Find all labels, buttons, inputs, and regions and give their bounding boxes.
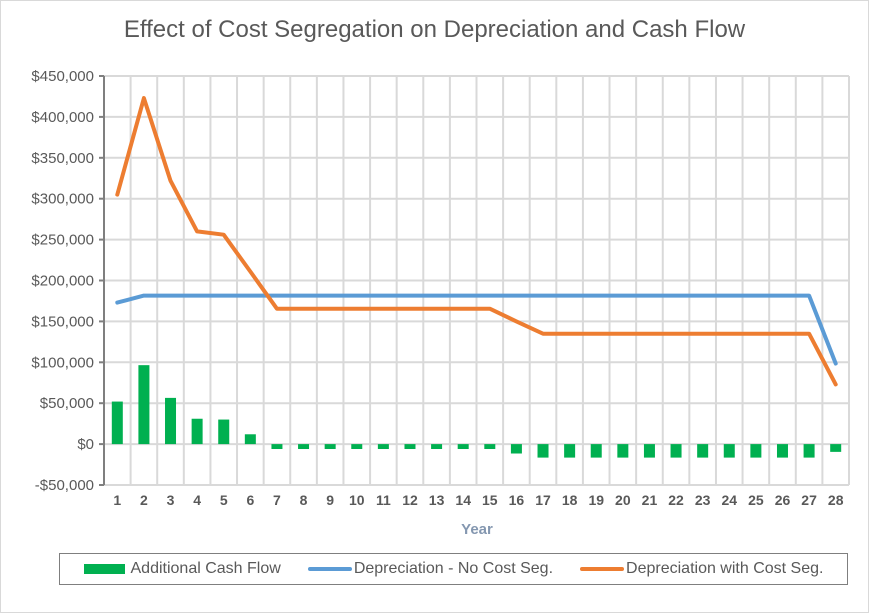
x-tick-label: 8 <box>300 492 308 508</box>
x-tick-label: 22 <box>668 492 684 508</box>
bar <box>191 418 203 445</box>
x-tick-label: 25 <box>748 492 764 508</box>
bar <box>377 444 389 450</box>
axes <box>99 75 105 486</box>
legend-item-additional-cash-flow: Additional Cash Flow <box>83 560 281 578</box>
y-tick-label: $250,000 <box>31 232 94 249</box>
bar <box>643 444 655 458</box>
x-axis-title: Year <box>461 521 493 538</box>
y-tick-label: $450,000 <box>31 68 94 85</box>
bar <box>750 444 762 458</box>
x-tick-label: 26 <box>775 492 791 508</box>
chart-plot: -$50,000 $0 $50,000 $100,000 $150,000 $200,00… <box>31 68 850 538</box>
legend-label: Depreciation with Cost Seg. <box>626 560 824 577</box>
x-tick-label: 12 <box>402 492 418 508</box>
y-tick-label: $350,000 <box>31 150 94 167</box>
bar <box>723 444 735 458</box>
x-tick-label: 5 <box>220 492 228 508</box>
y-tick-label: $0 <box>77 436 94 453</box>
x-tick-label: 16 <box>509 492 525 508</box>
x-axis-ticks: 1 2 3 4 5 6 7 8 9 10 11 12 13 14 15 16 17 18 19 20 21 22 23 24 2… <box>113 492 843 508</box>
bar <box>484 444 496 450</box>
x-tick-label: 17 <box>535 492 551 508</box>
bar <box>271 444 283 450</box>
x-tick-label: 20 <box>615 492 631 508</box>
gridlines <box>104 75 850 486</box>
x-tick-label: 28 <box>828 492 844 508</box>
bar <box>165 397 177 445</box>
bar <box>351 444 363 450</box>
x-tick-label: 9 <box>326 492 334 508</box>
bar <box>244 434 256 445</box>
x-tick-label: 10 <box>349 492 365 508</box>
x-tick-label: 3 <box>167 492 175 508</box>
bar <box>564 444 576 458</box>
x-tick-label: 1 <box>113 492 121 508</box>
x-tick-label: 23 <box>695 492 711 508</box>
bar <box>404 444 416 450</box>
legend-item-depreciation-no-cost-seg: Depreciation - No Cost Seg. <box>307 560 554 578</box>
bar <box>111 401 123 445</box>
bar <box>830 444 842 452</box>
legend-swatch-bar <box>83 564 125 574</box>
legend-swatch-line <box>307 567 352 571</box>
bar <box>431 444 443 450</box>
legend-label: Depreciation - No Cost Seg. <box>353 560 554 577</box>
x-tick-label: 2 <box>140 492 148 508</box>
bar <box>590 444 602 458</box>
legend: Additional Cash Flow Depreciation - No C… <box>59 553 848 585</box>
y-tick-label: $400,000 <box>31 109 94 126</box>
legend-swatch-line <box>580 567 625 571</box>
bar <box>670 444 682 458</box>
y-tick-label: $300,000 <box>31 191 94 208</box>
bar <box>617 444 629 458</box>
y-tick-label: -$50,000 <box>35 477 94 494</box>
x-tick-label: 24 <box>721 492 737 508</box>
x-tick-label: 21 <box>642 492 658 508</box>
bar <box>697 444 709 458</box>
y-tick-label: $50,000 <box>40 395 94 412</box>
bar <box>138 365 150 445</box>
x-tick-label: 13 <box>429 492 445 508</box>
x-tick-label: 19 <box>588 492 604 508</box>
bar <box>803 444 815 458</box>
bar <box>218 419 230 445</box>
y-tick-label: $150,000 <box>31 313 94 330</box>
y-axis-ticks: -$50,000 $0 $50,000 $100,000 $150,000 $200,00… <box>31 68 94 494</box>
x-tick-label: 27 <box>801 492 817 508</box>
bar <box>457 444 469 450</box>
x-tick-label: 7 <box>273 492 281 508</box>
x-tick-label: 4 <box>193 492 201 508</box>
bar <box>324 444 336 450</box>
x-tick-label: 18 <box>562 492 578 508</box>
bar <box>776 444 788 458</box>
legend-item-depreciation-with-cost-seg: Depreciation with Cost Seg. <box>580 560 823 578</box>
legend-label: Additional Cash Flow <box>130 560 281 577</box>
x-tick-label: 11 <box>376 492 391 508</box>
x-tick-label: 15 <box>482 492 498 508</box>
y-tick-label: $100,000 <box>31 354 94 371</box>
x-tick-label: 14 <box>455 492 471 508</box>
x-tick-label: 6 <box>246 492 254 508</box>
bar <box>537 444 549 458</box>
bar <box>298 444 310 450</box>
bar <box>510 444 522 454</box>
y-tick-label: $200,000 <box>31 273 94 290</box>
